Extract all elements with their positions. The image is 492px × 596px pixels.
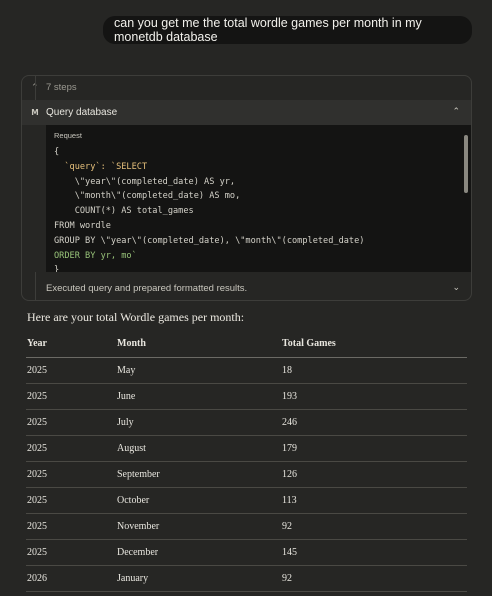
cell-total: 179 <box>281 435 467 462</box>
user-message-bubble: can you get me the total wordle games pe… <box>103 16 472 44</box>
timeline-line <box>35 76 36 100</box>
code-line: GROUP BY \"year\"(completed_date), \"mon… <box>54 235 365 246</box>
table-row: 2026 January 92 <box>26 565 467 592</box>
cell-total: 193 <box>281 383 467 410</box>
request-label: Request <box>54 131 82 140</box>
table-row: 2025 July 246 <box>26 409 467 436</box>
result-label: Executed query and prepared formatted re… <box>46 283 248 294</box>
response-intro: Here are your total Wordle games per mon… <box>27 310 245 324</box>
cell-year: 2025 <box>26 383 116 410</box>
table-row: 2025 June 193 <box>26 383 467 410</box>
cell-year: 2025 <box>26 461 116 488</box>
cell-year: 2025 <box>26 513 116 540</box>
cell-total: 18 <box>281 357 467 384</box>
cell-year: 2025 <box>26 357 116 384</box>
code-line: `query`: `SELECT <box>54 161 148 172</box>
results-table: Year Month Total Games 2025 May 18 2025 Jun… <box>26 330 467 592</box>
cell-month: January <box>116 565 281 592</box>
cell-total: 92 <box>281 565 467 592</box>
scrollbar-thumb[interactable] <box>464 135 468 193</box>
request-code: { `query`: `SELECT \"year\"(completed_da… <box>54 145 364 272</box>
table-row: 2025 November 92 <box>26 513 467 540</box>
code-line: \"month\"(completed_date) AS mo, <box>54 191 241 202</box>
cell-month: December <box>116 539 281 566</box>
cell-total: 246 <box>281 409 467 436</box>
result-toggle[interactable]: Executed query and prepared formatted re… <box>22 278 471 300</box>
code-line: ORDER BY yr, mo` <box>54 250 137 261</box>
cell-month: August <box>116 435 281 462</box>
code-line: \"year\"(completed_date) AS yr, <box>54 176 236 187</box>
cell-month: September <box>116 461 281 488</box>
table-row: 2025 August 179 <box>26 435 467 462</box>
code-line: { <box>54 147 60 157</box>
cell-month: November <box>116 513 281 540</box>
table-header-row: Year Month Total Games <box>26 330 467 358</box>
table-row: 2025 December 145 <box>26 539 467 566</box>
cell-total: 92 <box>281 513 467 540</box>
cell-year: 2025 <box>26 409 116 436</box>
cell-year: 2025 <box>26 435 116 462</box>
chevron-down-icon: ⌄ <box>452 282 460 292</box>
table-row: 2025 May 18 <box>26 357 467 384</box>
column-header-year: Year <box>26 330 116 358</box>
cell-total: 126 <box>281 461 467 488</box>
code-line: } <box>54 265 60 272</box>
table-row: 2025 September 126 <box>26 461 467 488</box>
tool-call-title: Query database <box>46 107 118 118</box>
cell-month: May <box>116 357 281 384</box>
cell-total: 113 <box>281 487 467 514</box>
cell-year: 2025 <box>26 487 116 514</box>
tool-steps-card: ⌃ 7 steps M Query database ⌃ Request { `… <box>21 75 472 301</box>
cell-month: October <box>116 487 281 514</box>
cell-month: June <box>116 383 281 410</box>
steps-toggle[interactable]: ⌃ 7 steps <box>22 76 471 100</box>
cell-month: July <box>116 409 281 436</box>
cell-year: 2026 <box>26 565 116 592</box>
steps-label: 7 steps <box>46 82 77 93</box>
cell-year: 2025 <box>26 539 116 566</box>
cell-total: 145 <box>281 539 467 566</box>
request-panel[interactable]: Request { `query`: `SELECT \"year\"(comp… <box>46 125 471 272</box>
chevron-up-icon: ⌃ <box>452 106 460 116</box>
code-line: FROM wordle <box>54 220 111 231</box>
monetdb-icon: M <box>31 108 39 117</box>
user-message-text: can you get me the total wordle games pe… <box>114 16 422 44</box>
query-database-header[interactable]: M Query database ⌃ <box>22 100 471 125</box>
table-row: 2025 October 113 <box>26 487 467 514</box>
column-header-month: Month <box>116 330 281 358</box>
column-header-total-games: Total Games <box>281 330 467 358</box>
code-line: COUNT(*) AS total_games <box>54 206 194 217</box>
